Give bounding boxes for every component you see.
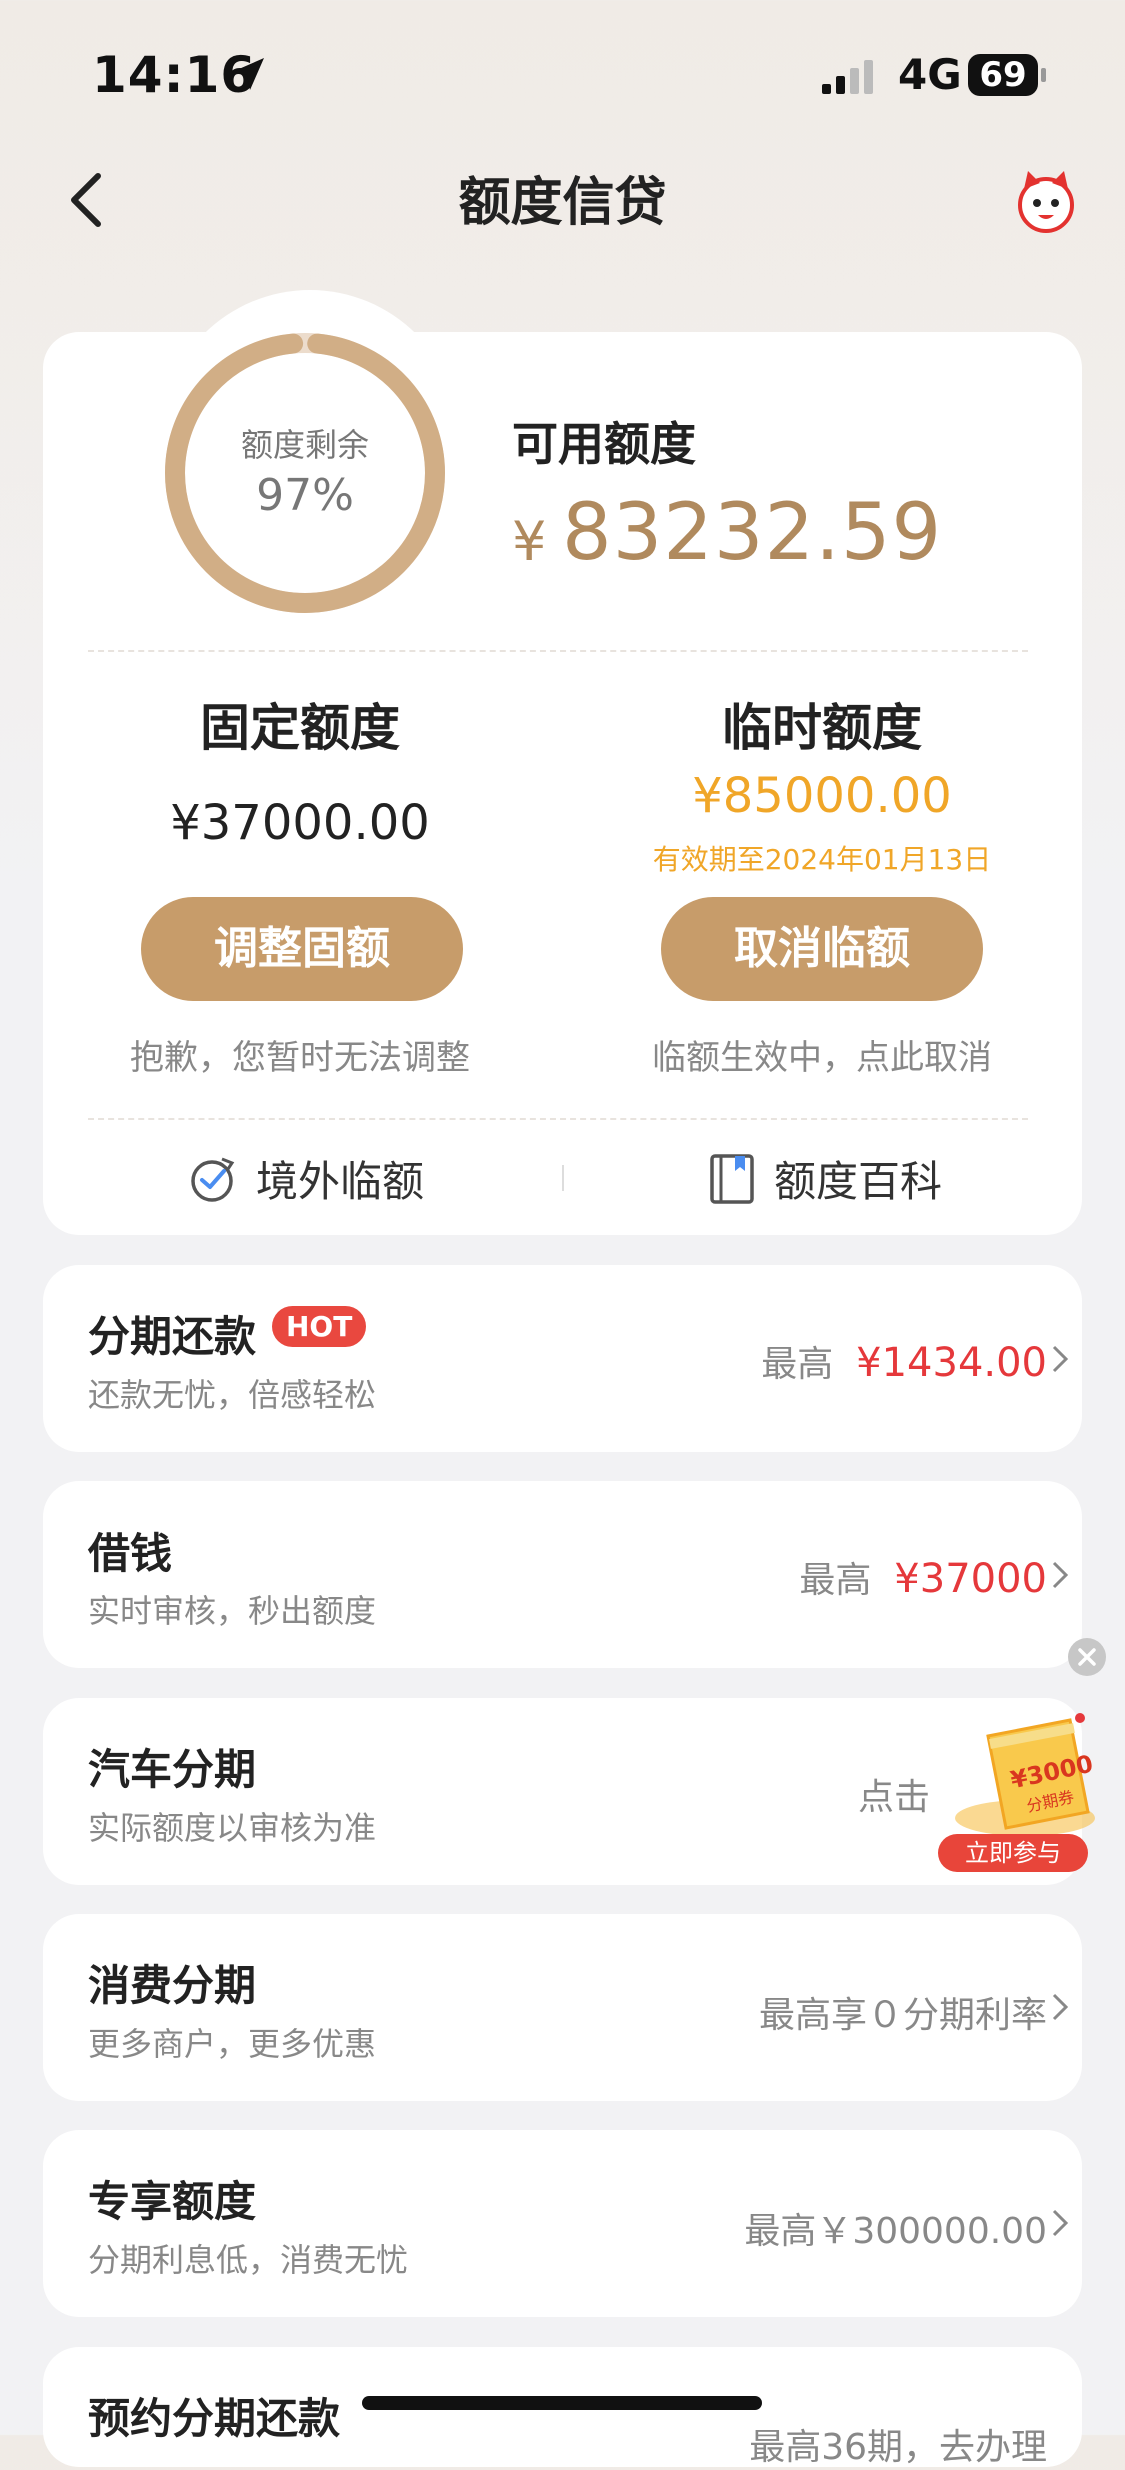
available-credit-amount: 83232.59 — [562, 488, 943, 578]
join-now-button[interactable]: 立即参与 — [938, 1834, 1088, 1872]
ring-label: 额度剩余 — [240, 426, 369, 464]
credit-encyclopedia-label: 额度百科 — [774, 1157, 943, 1206]
chevron-right-icon — [1052, 1345, 1069, 1373]
page-title: 额度信贷 — [458, 173, 667, 233]
hot-badge: HOT — [272, 1306, 367, 1347]
currency-symbol: ¥ — [512, 510, 547, 573]
installment-repayment-max: 最高 ¥1434.00 — [761, 1340, 1047, 1386]
coupon-promo-widget[interactable]: ¥3000 分期券 立即参与 — [930, 1700, 1120, 1875]
car-installment-subtitle: 实际额度以审核为准 — [88, 1809, 377, 1847]
car-installment-action: 点击 — [857, 1777, 930, 1818]
close-icon — [1078, 1648, 1096, 1666]
network-type: 4G — [898, 50, 962, 99]
temporary-credit-title: 临时额度 — [722, 699, 922, 757]
overseas-globe-icon — [191, 1157, 235, 1202]
battery-icon: 69 — [968, 54, 1048, 98]
overseas-credit-link[interactable]: 境外临额 — [188, 1148, 424, 1209]
scheduled-installment-title: 预约分期还款 — [88, 2394, 341, 2443]
battery-level: 69 — [968, 54, 1038, 96]
ring-percent: 97% — [256, 470, 354, 521]
location-arrow-icon — [232, 58, 264, 90]
borrow-subtitle: 实时审核，秒出额度 — [88, 1592, 377, 1630]
installment-repayment-subtitle: 还款无忧，倍感轻松 — [88, 1376, 377, 1414]
cellular-signal-icon — [822, 60, 873, 94]
adjust-fixed-credit-button[interactable]: 调整固额 — [141, 897, 463, 1001]
exclusive-credit-subtitle: 分期利息低，消费无忧 — [88, 2241, 409, 2279]
exclusive-credit-title: 专享额度 — [88, 2177, 257, 2226]
home-indicator[interactable] — [362, 2396, 762, 2410]
overseas-credit-label: 境外临额 — [256, 1157, 425, 1206]
tool-separator — [562, 1165, 564, 1191]
chevron-right-icon — [1052, 1561, 1069, 1589]
available-credit-label: 可用额度 — [512, 417, 696, 471]
chevron-right-icon — [1052, 2209, 1069, 2237]
temporary-credit-hint[interactable]: 临额生效中，点此取消 — [582, 1030, 1062, 1079]
consumer-installment-title: 消费分期 — [88, 1961, 257, 2010]
exclusive-credit-max: 最高￥300000.00 — [744, 2211, 1047, 2252]
consumer-installment-subtitle: 更多商户，更多优惠 — [88, 2025, 377, 2063]
chevron-right-icon — [1052, 1993, 1069, 2021]
fixed-credit-amount: ¥37000.00 — [170, 795, 430, 851]
consumer-installment-offer: 最高享０分期利率 — [758, 1995, 1047, 2036]
borrow-max: 最高 ¥37000 — [799, 1556, 1047, 1602]
installment-repayment-title: 分期还款 — [88, 1312, 257, 1361]
divider — [88, 650, 1028, 652]
temporary-credit-validity: 有效期至2024年01月13日 — [652, 843, 992, 876]
temporary-credit-amount: ¥85000.00 — [692, 768, 952, 824]
borrow-title: 借钱 — [88, 1529, 173, 1578]
fixed-credit-title: 固定额度 — [200, 699, 400, 757]
close-promo-button[interactable] — [1068, 1638, 1106, 1676]
divider — [88, 1118, 1028, 1120]
credit-encyclopedia-link[interactable]: 额度百科 — [708, 1148, 942, 1209]
cancel-temporary-credit-button[interactable]: 取消临额 — [661, 897, 983, 1001]
fixed-credit-hint: 抱歉，您暂时无法调整 — [130, 1038, 470, 1078]
scheduled-installment-action: 最高36期，去办理 — [749, 2427, 1047, 2468]
mascot-avatar-icon[interactable] — [1010, 165, 1082, 237]
car-installment-title: 汽车分期 — [88, 1745, 257, 1794]
book-icon — [710, 1153, 754, 1204]
